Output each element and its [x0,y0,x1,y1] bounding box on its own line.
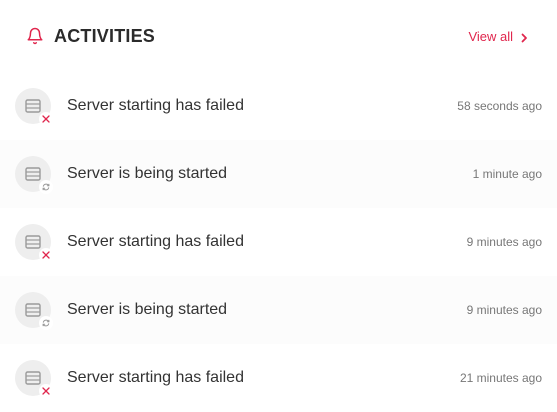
activity-message: Server is being started [67,165,228,182]
activity-row[interactable]: Server starting has failed 21 minutes ag… [0,344,557,412]
panel-title: ACTIVITIES [54,25,156,46]
server-icon [25,99,41,113]
activity-row[interactable]: Server is being started 1 minute ago [0,140,557,208]
view-all-link[interactable]: View all [468,29,557,44]
status-badge [39,112,53,126]
activity-time: 1 minute ago [472,167,542,181]
refresh-icon [42,319,50,327]
activity-time: 58 seconds ago [457,99,542,113]
activity-row[interactable]: Server starting has failed 58 seconds ag… [0,72,557,140]
status-badge [39,316,53,330]
activity-message: Server starting has failed [67,369,244,386]
refresh-icon [42,183,50,191]
server-icon [25,235,41,249]
status-badge [39,180,53,194]
activity-time: 9 minutes ago [466,235,542,249]
close-icon [42,251,50,259]
activity-list: Server starting has failed 58 seconds ag… [0,72,557,412]
view-all-label: View all [468,28,513,44]
activities-panel: ACTIVITIES View all Server starting has … [0,0,557,400]
header-left: ACTIVITIES [0,26,155,47]
status-badge [39,384,53,398]
activity-time: 21 minutes ago [459,371,542,385]
activity-time: 9 minutes ago [466,303,542,317]
server-icon [25,303,41,317]
server-icon [25,167,41,181]
activity-message: Server starting has failed [67,97,244,114]
activity-row[interactable]: Server is being started 9 minutes ago [0,276,557,344]
panel-header: ACTIVITIES View all [0,0,557,72]
close-icon [42,115,50,123]
chevron-right-icon [519,31,529,43]
activity-message: Server is being started [67,301,228,318]
activity-row[interactable]: Server starting has failed 9 minutes ago [0,208,557,276]
server-icon [25,371,41,385]
status-badge [39,248,53,262]
close-icon [42,387,50,395]
activity-message: Server starting has failed [67,233,244,250]
bell-icon [26,27,44,45]
